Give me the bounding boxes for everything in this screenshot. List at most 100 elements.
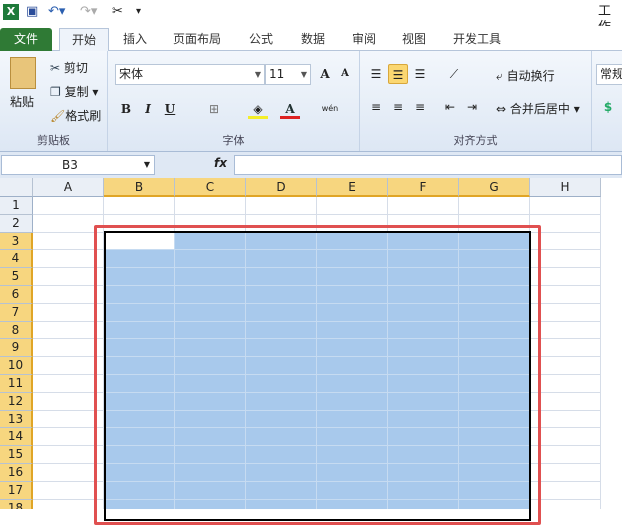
underline-button[interactable]: U: [160, 99, 180, 119]
cell-F3[interactable]: [388, 232, 459, 251]
column-header-A[interactable]: A: [33, 178, 104, 197]
font-name-select[interactable]: 宋体 ▼: [115, 64, 265, 85]
cell-D9[interactable]: [246, 339, 317, 358]
cell-B14[interactable]: [104, 428, 175, 447]
cell-H10[interactable]: [530, 357, 601, 375]
align-right-icon[interactable]: ≡: [410, 97, 430, 117]
cell-E3[interactable]: [317, 232, 388, 251]
cell-A12[interactable]: [33, 392, 104, 411]
cell-F11[interactable]: [388, 375, 459, 393]
cell-B17[interactable]: [104, 481, 175, 500]
cell-D16[interactable]: [246, 464, 317, 482]
cell-H16[interactable]: [530, 464, 601, 482]
cell-A4[interactable]: [33, 250, 104, 269]
redo-icon[interactable]: ↷▾: [80, 4, 97, 20]
cell-F18[interactable]: [388, 499, 459, 509]
cell-D14[interactable]: [246, 428, 317, 447]
cell-A5[interactable]: [33, 268, 104, 286]
formula-input[interactable]: [234, 155, 622, 175]
cell-C9[interactable]: [175, 339, 246, 358]
cell-G12[interactable]: [459, 392, 530, 411]
row-header-13[interactable]: 13: [0, 410, 33, 429]
cell-D18[interactable]: [246, 499, 317, 509]
cell-G17[interactable]: [459, 481, 530, 500]
column-header-D[interactable]: D: [246, 178, 317, 197]
cell-B7[interactable]: [104, 303, 175, 322]
cell-G3[interactable]: [459, 232, 530, 251]
cell-H1[interactable]: [530, 197, 601, 215]
cell-C5[interactable]: [175, 268, 246, 286]
cell-H5[interactable]: [530, 268, 601, 286]
cell-C12[interactable]: [175, 392, 246, 411]
bold-button[interactable]: B: [116, 99, 136, 119]
cell-D1[interactable]: [246, 197, 317, 215]
cell-A6[interactable]: [33, 286, 104, 304]
cell-H2[interactable]: [530, 214, 601, 233]
merge-center-button[interactable]: ⇔ 合并后居中 ▾: [496, 100, 580, 117]
fill-color-icon[interactable]: ◈: [248, 99, 268, 119]
column-header-H[interactable]: H: [530, 178, 601, 197]
paste-button[interactable]: 粘贴: [10, 93, 34, 110]
cell-G15[interactable]: [459, 446, 530, 464]
cell-F7[interactable]: [388, 303, 459, 322]
cell-H15[interactable]: [530, 446, 601, 464]
cell-C16[interactable]: [175, 464, 246, 482]
cell-A17[interactable]: [33, 481, 104, 500]
cell-C8[interactable]: [175, 321, 246, 340]
row-header-17[interactable]: 17: [0, 481, 33, 500]
cell-B3[interactable]: [104, 232, 175, 251]
cell-C11[interactable]: [175, 375, 246, 393]
tab-view[interactable]: 视图: [393, 28, 435, 51]
cell-G10[interactable]: [459, 357, 530, 375]
row-header-9[interactable]: 9: [0, 339, 33, 358]
tab-file[interactable]: 文件: [0, 28, 52, 51]
font-size-select[interactable]: 11 ▼: [265, 64, 311, 85]
cell-D12[interactable]: [246, 392, 317, 411]
select-all-corner[interactable]: [0, 178, 33, 197]
cell-E7[interactable]: [317, 303, 388, 322]
cell-E8[interactable]: [317, 321, 388, 340]
cell-E5[interactable]: [317, 268, 388, 286]
cell-G7[interactable]: [459, 303, 530, 322]
row-header-8[interactable]: 8: [0, 321, 33, 340]
cell-H12[interactable]: [530, 392, 601, 411]
row-header-12[interactable]: 12: [0, 392, 33, 411]
cell-C13[interactable]: [175, 410, 246, 429]
align-top-icon[interactable]: ☰: [366, 64, 386, 84]
row-header-2[interactable]: 2: [0, 214, 33, 233]
row-header-7[interactable]: 7: [0, 303, 33, 322]
cell-E10[interactable]: [317, 357, 388, 375]
cell-D4[interactable]: [246, 250, 317, 269]
cell-E11[interactable]: [317, 375, 388, 393]
cell-D15[interactable]: [246, 446, 317, 464]
align-middle-icon[interactable]: ☰: [388, 64, 408, 84]
cell-D3[interactable]: [246, 232, 317, 251]
name-box[interactable]: B3 ▼: [1, 155, 155, 175]
cell-E16[interactable]: [317, 464, 388, 482]
customize-qat-icon[interactable]: ▾: [136, 4, 141, 20]
cell-F1[interactable]: [388, 197, 459, 215]
cell-B9[interactable]: [104, 339, 175, 358]
cell-H18[interactable]: [530, 499, 601, 509]
cell-B18[interactable]: [104, 499, 175, 509]
tools-icon[interactable]: ✂: [112, 4, 123, 20]
cell-A3[interactable]: [33, 232, 104, 251]
paste-icon[interactable]: [10, 57, 36, 89]
font-color-button[interactable]: A: [280, 99, 300, 119]
cell-A11[interactable]: [33, 375, 104, 393]
cell-A16[interactable]: [33, 464, 104, 482]
cell-B16[interactable]: [104, 464, 175, 482]
cell-D13[interactable]: [246, 410, 317, 429]
cell-B15[interactable]: [104, 446, 175, 464]
cell-B1[interactable]: [104, 197, 175, 215]
cell-H17[interactable]: [530, 481, 601, 500]
cell-B6[interactable]: [104, 286, 175, 304]
cell-F4[interactable]: [388, 250, 459, 269]
cell-F14[interactable]: [388, 428, 459, 447]
grow-font-icon[interactable]: A: [315, 64, 335, 84]
cell-H8[interactable]: [530, 321, 601, 340]
cell-H6[interactable]: [530, 286, 601, 304]
save-icon[interactable]: ▣: [26, 4, 38, 20]
increase-indent-icon[interactable]: ⇥: [462, 97, 482, 117]
cell-F12[interactable]: [388, 392, 459, 411]
